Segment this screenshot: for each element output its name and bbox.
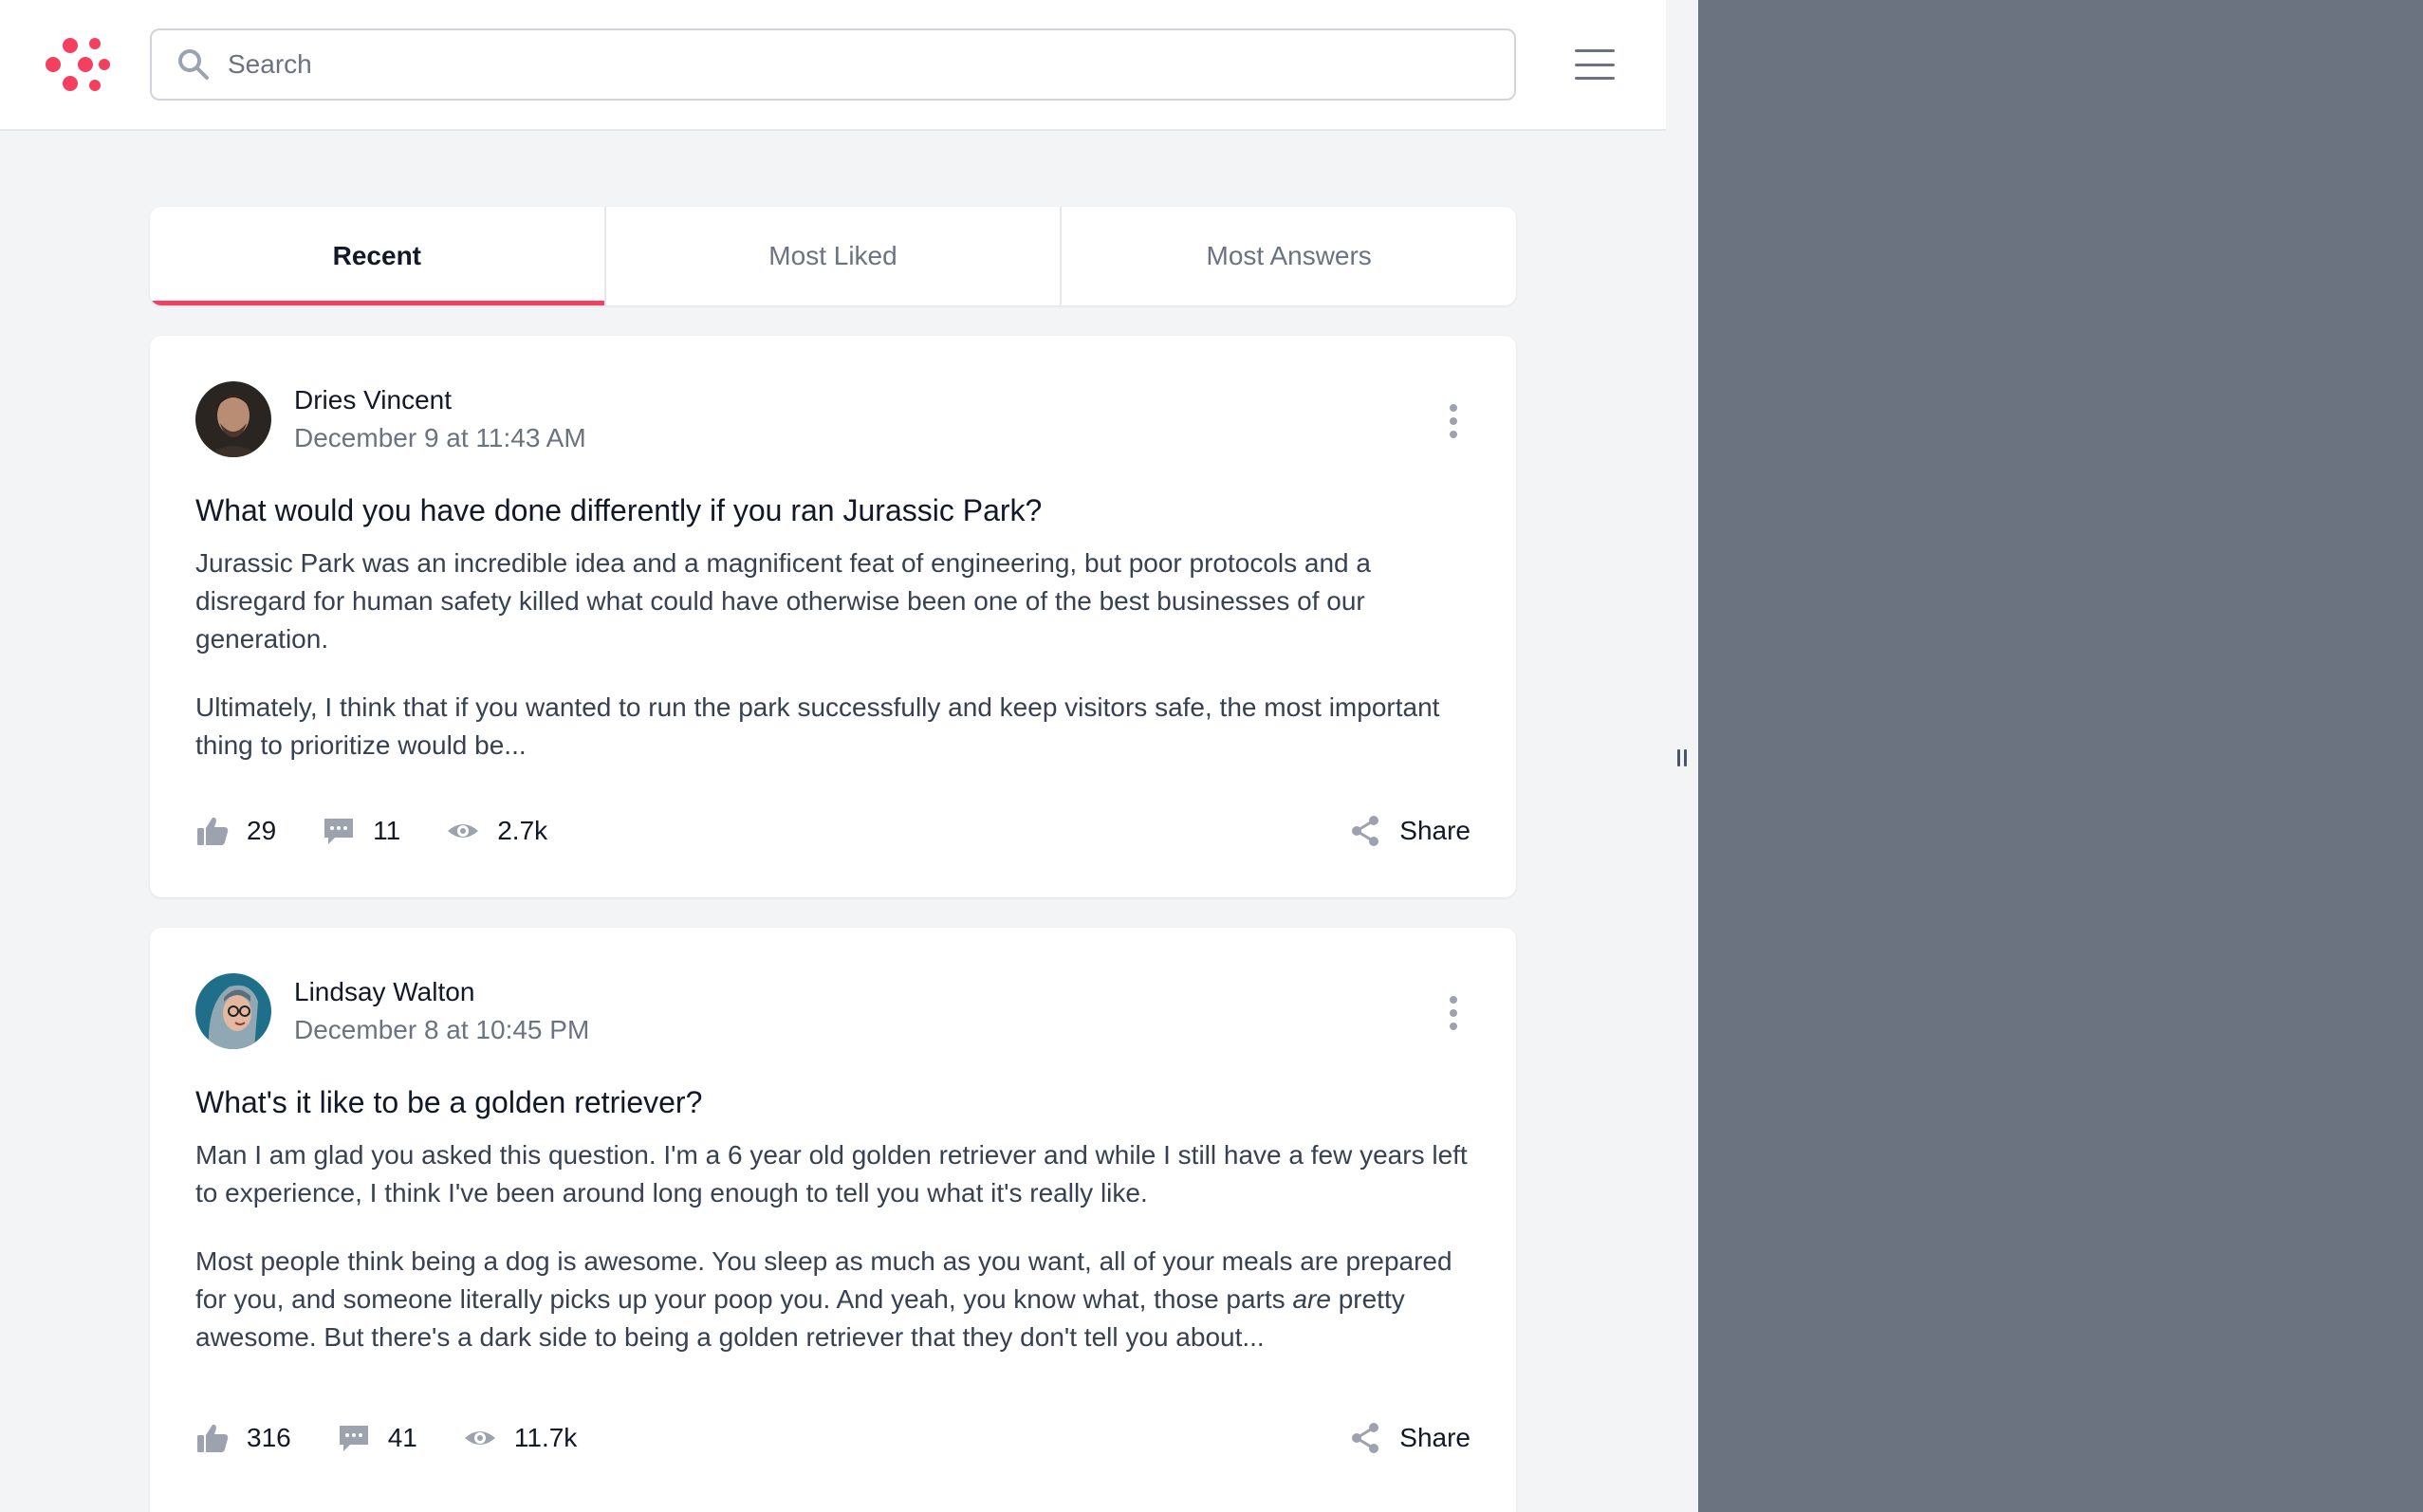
tab-most-answers[interactable]: Most Answers	[1062, 207, 1516, 305]
emphasis-text: are	[1292, 1284, 1331, 1314]
body-paragraph: Jurassic Park was an incredible idea and…	[195, 548, 1371, 654]
question-body: Man I am glad you asked this question. I…	[195, 1136, 1486, 1387]
logo-icon[interactable]	[44, 34, 110, 95]
like-button[interactable]: 316	[195, 1421, 291, 1455]
sort-tabs: Recent Most Liked Most Answers	[150, 207, 1516, 305]
resize-handle[interactable]	[1666, 0, 1698, 1512]
avatar[interactable]	[195, 973, 271, 1049]
question-body: Jurassic Park was an incredible idea and…	[195, 544, 1486, 795]
post-date[interactable]: December 9 at 11:43 AM	[294, 419, 586, 457]
view-count: 11.7k	[513, 1423, 578, 1452]
reply-count: 41	[387, 1423, 417, 1452]
tab-recent[interactable]: Recent	[150, 207, 606, 305]
comment-icon	[324, 819, 354, 844]
top-header	[0, 0, 1666, 131]
body-paragraph: Man I am glad you asked this question. I…	[195, 1140, 1468, 1208]
reply-button[interactable]: 41	[337, 1421, 417, 1455]
eye-icon	[464, 1431, 495, 1445]
more-options-icon[interactable]	[1448, 996, 1459, 1030]
menu-icon[interactable]	[1575, 46, 1615, 83]
author-name[interactable]: Dries Vincent	[294, 381, 586, 419]
search-box[interactable]	[150, 28, 1516, 101]
share-icon	[1352, 1423, 1379, 1453]
views-stat[interactable]: 2.7k	[446, 814, 547, 848]
like-count: 29	[247, 816, 277, 845]
share-button[interactable]: Share	[1348, 814, 1470, 848]
share-label: Share	[1399, 816, 1470, 845]
drag-grip-icon[interactable]	[1677, 749, 1687, 766]
search-input[interactable]	[228, 49, 1461, 80]
body-paragraph: Most people think being a dog is awesome…	[195, 1246, 1452, 1352]
post-actions: 316 41 11.7k Share	[195, 1421, 1470, 1455]
like-count: 316	[247, 1423, 291, 1452]
tab-most-liked[interactable]: Most Liked	[606, 207, 1063, 305]
like-button[interactable]: 29	[195, 814, 276, 848]
question-card: Lindsay Walton December 8 at 10:45 PM Wh…	[150, 928, 1516, 1512]
question-card: Dries Vincent December 9 at 11:43 AM Wha…	[150, 336, 1516, 897]
thumbs-up-icon	[197, 817, 229, 845]
question-title[interactable]: What would you have done differently if …	[195, 489, 1467, 531]
comment-icon	[339, 1426, 368, 1451]
post-actions: 29 11 2.7k Share	[195, 814, 1470, 848]
author-name[interactable]: Lindsay Walton	[294, 973, 589, 1011]
question-title[interactable]: What's it like to be a golden retriever?	[195, 1081, 1467, 1123]
eye-icon	[448, 824, 479, 838]
body-paragraph: Ultimately, I think that if you wanted t…	[195, 692, 1440, 760]
search-icon	[178, 49, 209, 80]
share-button[interactable]: Share	[1348, 1421, 1470, 1455]
view-count: 2.7k	[497, 816, 548, 845]
thumbs-up-icon	[197, 1424, 229, 1452]
post-date[interactable]: December 8 at 10:45 PM	[294, 1011, 589, 1049]
avatar[interactable]	[195, 381, 271, 457]
reply-count: 11	[373, 816, 401, 845]
reply-button[interactable]: 11	[322, 814, 400, 848]
views-stat[interactable]: 11.7k	[463, 1421, 577, 1455]
more-options-icon[interactable]	[1448, 404, 1459, 438]
share-icon	[1352, 816, 1379, 846]
share-label: Share	[1399, 1423, 1470, 1452]
empty-preview-pane	[1698, 0, 2423, 1512]
main-panel: Recent Most Liked Most Answers Dries Vin…	[0, 0, 1666, 1512]
